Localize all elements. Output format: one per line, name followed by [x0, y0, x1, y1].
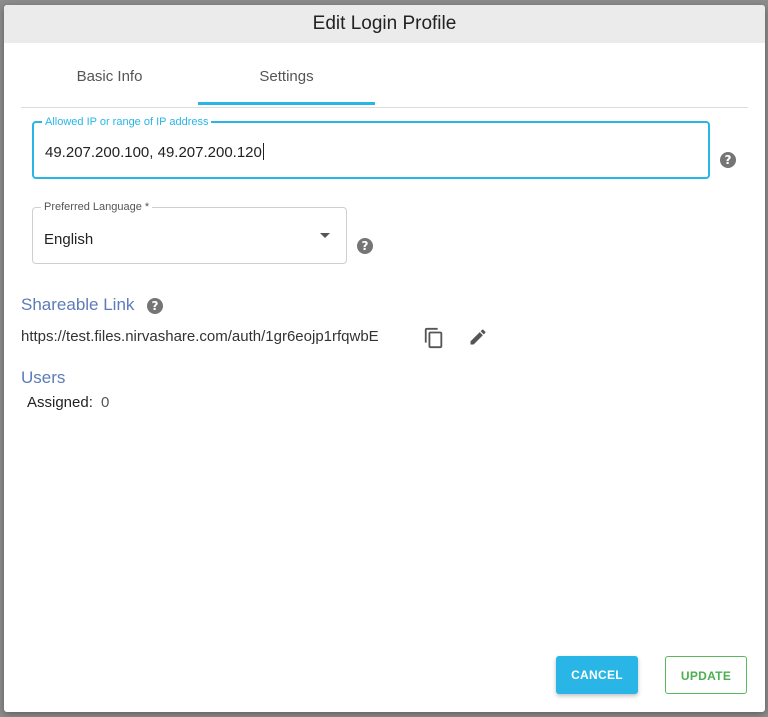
help-circle-icon[interactable]: ? [720, 152, 736, 168]
tab-bar: Basic Info Settings [21, 57, 748, 108]
assigned-count: 0 [101, 394, 110, 411]
copy-icon[interactable] [423, 327, 445, 349]
cancel-button[interactable]: CANCEL [556, 656, 638, 694]
tab-basic-info[interactable]: Basic Info [21, 57, 198, 105]
edit-login-profile-dialog: Edit Login Profile Basic Info Settings A… [4, 5, 765, 712]
allowed-ip-input[interactable]: 49.207.200.100, 49.207.200.120 [45, 143, 264, 161]
help-circle-icon[interactable]: ? [147, 298, 163, 314]
assigned-count-row: Assigned: 0 [27, 394, 109, 411]
assigned-label: Assigned: [27, 394, 93, 411]
shareable-link-url: https://test.files.nirvashare.com/auth/1… [21, 328, 379, 345]
users-heading: Users [21, 368, 66, 387]
help-circle-icon[interactable]: ? [357, 238, 373, 254]
caret-down-icon [320, 233, 330, 238]
preferred-language-label: Preferred Language * [41, 200, 153, 214]
allowed-ip-label: Allowed IP or range of IP address [42, 115, 212, 129]
update-button[interactable]: UPDATE [665, 656, 747, 694]
dialog-title: Edit Login Profile [4, 5, 765, 43]
text-caret [262, 143, 264, 160]
preferred-language-value: English [44, 231, 94, 248]
preferred-language-select[interactable]: Preferred Language * English [32, 200, 347, 264]
pencil-icon[interactable] [468, 327, 490, 349]
shareable-link-heading: Shareable Link [21, 295, 135, 314]
allowed-ip-field[interactable]: Allowed IP or range of IP address 49.207… [32, 115, 710, 179]
tab-settings[interactable]: Settings [198, 57, 375, 105]
